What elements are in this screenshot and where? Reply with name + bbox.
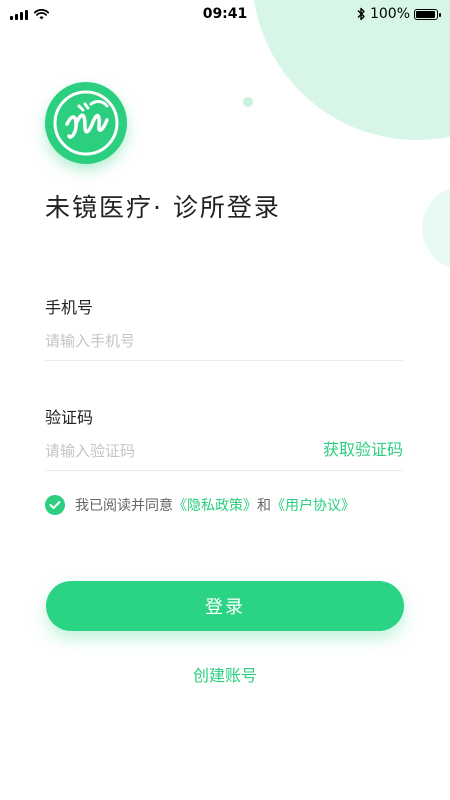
page-title: 未镜医疗· 诊所登录: [45, 193, 281, 222]
app-logo: [45, 82, 127, 164]
background-circle-side: [422, 186, 450, 270]
background-dot: [243, 97, 253, 107]
verification-code-field: 验证码 获取验证码: [45, 404, 403, 471]
phone-field: 手机号: [45, 294, 403, 361]
agreement-row: 我已阅读并同意 《隐私政策》 和 《用户协议》: [45, 495, 355, 515]
user-agreement-link[interactable]: 《用户协议》: [271, 495, 355, 515]
login-screen: 09:41 100% 未镜医疗· 诊所登录 手机号 验证码 获取验证码: [0, 0, 450, 800]
agreement-prefix: 我已阅读并同意: [75, 498, 173, 514]
status-bar: 09:41 100%: [0, 0, 450, 30]
get-code-button[interactable]: 获取验证码: [323, 436, 403, 460]
logo-mark-icon: [53, 90, 119, 156]
phone-label: 手机号: [45, 298, 94, 317]
privacy-policy-link[interactable]: 《隐私政策》: [173, 495, 257, 515]
battery-fill: [416, 10, 435, 18]
battery-icon: [414, 8, 441, 20]
verification-code-label: 验证码: [45, 408, 94, 427]
login-button[interactable]: 登录: [46, 581, 404, 631]
agreement-checkbox[interactable]: [45, 495, 65, 515]
status-right: 100%: [357, 6, 441, 22]
phone-input[interactable]: [45, 332, 285, 350]
bluetooth-icon: [357, 7, 365, 21]
battery-percent: 100%: [369, 6, 410, 22]
create-account-link[interactable]: 创建账号: [0, 662, 450, 686]
agreement-conjunction: 和: [257, 498, 271, 514]
verification-code-input[interactable]: [45, 442, 285, 460]
check-icon: [49, 501, 61, 509]
